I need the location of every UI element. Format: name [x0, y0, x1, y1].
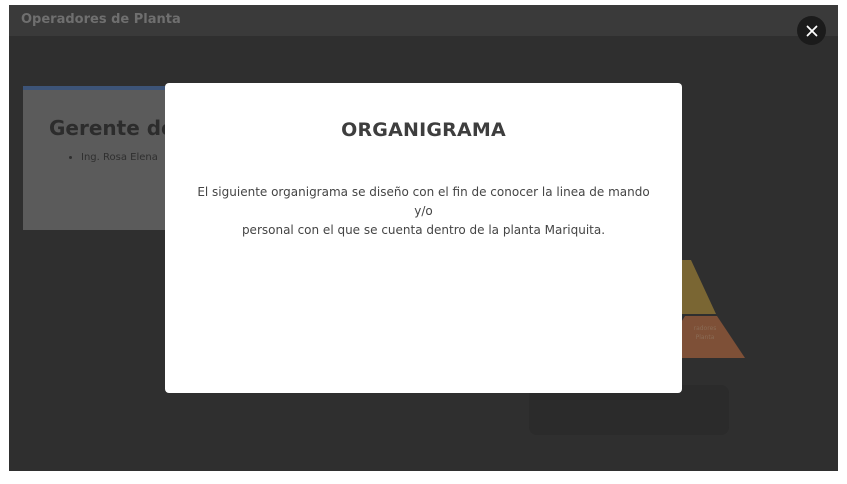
- organigrama-modal: ORGANIGRAMA El siguiente organigrama se …: [165, 83, 682, 393]
- modal-title: ORGANIGRAMA: [341, 119, 506, 141]
- pyramid-label-line: radores: [693, 325, 717, 332]
- pyramid-label: radores Planta: [675, 324, 735, 342]
- modal-description-line: personal con el que se cuenta dentro de …: [241, 223, 606, 237]
- page-title: Operadores de Planta: [21, 12, 181, 27]
- close-button[interactable]: [797, 16, 826, 45]
- close-icon: [806, 25, 817, 36]
- top-bar: Operadores de Planta: [9, 5, 838, 36]
- pyramid-label-line: Planta: [695, 334, 715, 341]
- list-item: Ing. Rosa Elena: [81, 152, 158, 163]
- background-card-list: Ing. Rosa Elena: [67, 152, 158, 163]
- modal-description: El siguiente organigrama se diseño con e…: [190, 183, 657, 240]
- modal-description-line: El siguiente organigrama se diseño con e…: [197, 185, 650, 218]
